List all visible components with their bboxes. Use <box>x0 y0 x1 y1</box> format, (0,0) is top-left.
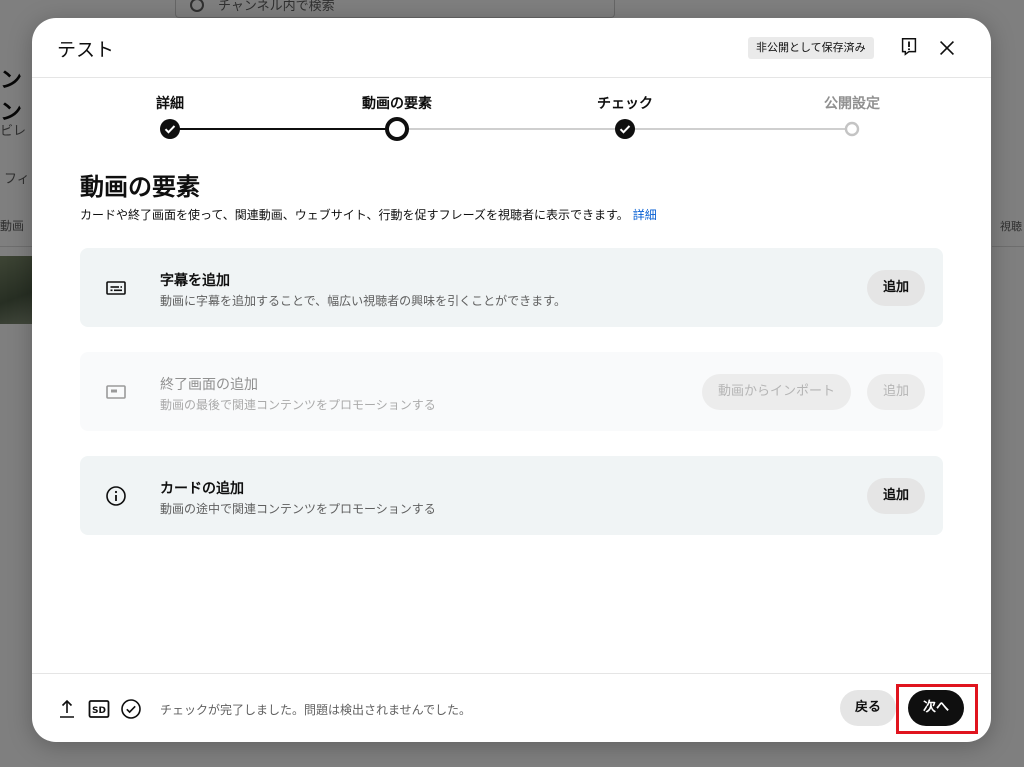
import-from-video-button[interactable]: 動画からインポート <box>702 374 852 410</box>
step-checks[interactable]: チェック <box>597 93 653 113</box>
end-screen-card: 終了画面の追加 動画の最後で関連コンテンツをプロモーションする 動画からインポー… <box>80 352 943 431</box>
page-description: カードや終了画面を使って、関連動画、ウェブサイト、行動を促すフレーズを視聴者に表… <box>80 206 657 223</box>
stepper-line-complete <box>170 128 397 130</box>
upload-icon[interactable] <box>56 698 78 720</box>
add-end-screen-button[interactable]: 追加 <box>867 374 926 410</box>
progress-stepper: 詳細 動画の要素 チェック 公開設定 <box>32 78 991 158</box>
add-cards-button[interactable]: 追加 <box>867 478 926 514</box>
card-title: カードの追加 <box>160 481 244 497</box>
details-link[interactable]: 詳細 <box>633 208 657 222</box>
subtitles-card: 字幕を追加 動画に字幕を追加することで、幅広い視聴者の興味を引くことができます。… <box>80 248 943 327</box>
dialog-header: テスト 非公開として保存済み <box>32 18 991 78</box>
card-subtitle: 動画の途中で関連コンテンツをプロモーションする <box>160 502 436 516</box>
card-title: 字幕を追加 <box>160 273 230 289</box>
dialog-footer: SD チェックが完了しました。問題は検出されませんでした。 戻る 次へ <box>32 673 991 742</box>
sd-quality-icon[interactable]: SD <box>88 698 110 720</box>
subtitles-icon <box>106 281 126 295</box>
card-subtitle: 動画に字幕を追加することで、幅広い視聴者の興味を引くことができます。 <box>160 294 566 308</box>
step-upcoming-icon[interactable] <box>844 121 860 137</box>
info-icon <box>106 486 126 506</box>
card-subtitle: 動画の最後で関連コンテンツをプロモーションする <box>160 398 436 412</box>
close-icon[interactable] <box>936 37 958 59</box>
feedback-icon[interactable] <box>898 36 920 58</box>
end-screen-icon <box>106 385 126 399</box>
cards-card: カードの追加 動画の途中で関連コンテンツをプロモーションする 追加 <box>80 456 943 535</box>
back-button[interactable]: 戻る <box>840 690 897 726</box>
sd-badge-text: SD <box>92 706 106 716</box>
checks-complete-icon[interactable] <box>120 698 142 720</box>
saved-status-badge: 非公開として保存済み <box>748 37 874 59</box>
card-title: 終了画面の追加 <box>160 377 258 393</box>
add-subtitles-button[interactable]: 追加 <box>867 270 926 306</box>
description-text: カードや終了画面を使って、関連動画、ウェブサイト、行動を促すフレーズを視聴者に表… <box>80 208 629 222</box>
step-done-check-icon[interactable] <box>614 118 636 140</box>
step-visibility[interactable]: 公開設定 <box>824 93 880 113</box>
highlight-annotation <box>896 684 978 734</box>
dialog-title: テスト <box>57 39 115 61</box>
step-done-check-icon[interactable] <box>159 118 181 140</box>
page-title: 動画の要素 <box>80 173 200 201</box>
step-details[interactable]: 詳細 <box>156 93 184 113</box>
checks-status-text: チェックが完了しました。問題は検出されませんでした。 <box>160 703 472 717</box>
step-current-icon[interactable] <box>385 117 409 141</box>
step-video-elements[interactable]: 動画の要素 <box>362 93 432 113</box>
upload-dialog: テスト 非公開として保存済み 詳細 動画の要素 チェック 公開設定 動画の要素 … <box>32 18 991 742</box>
